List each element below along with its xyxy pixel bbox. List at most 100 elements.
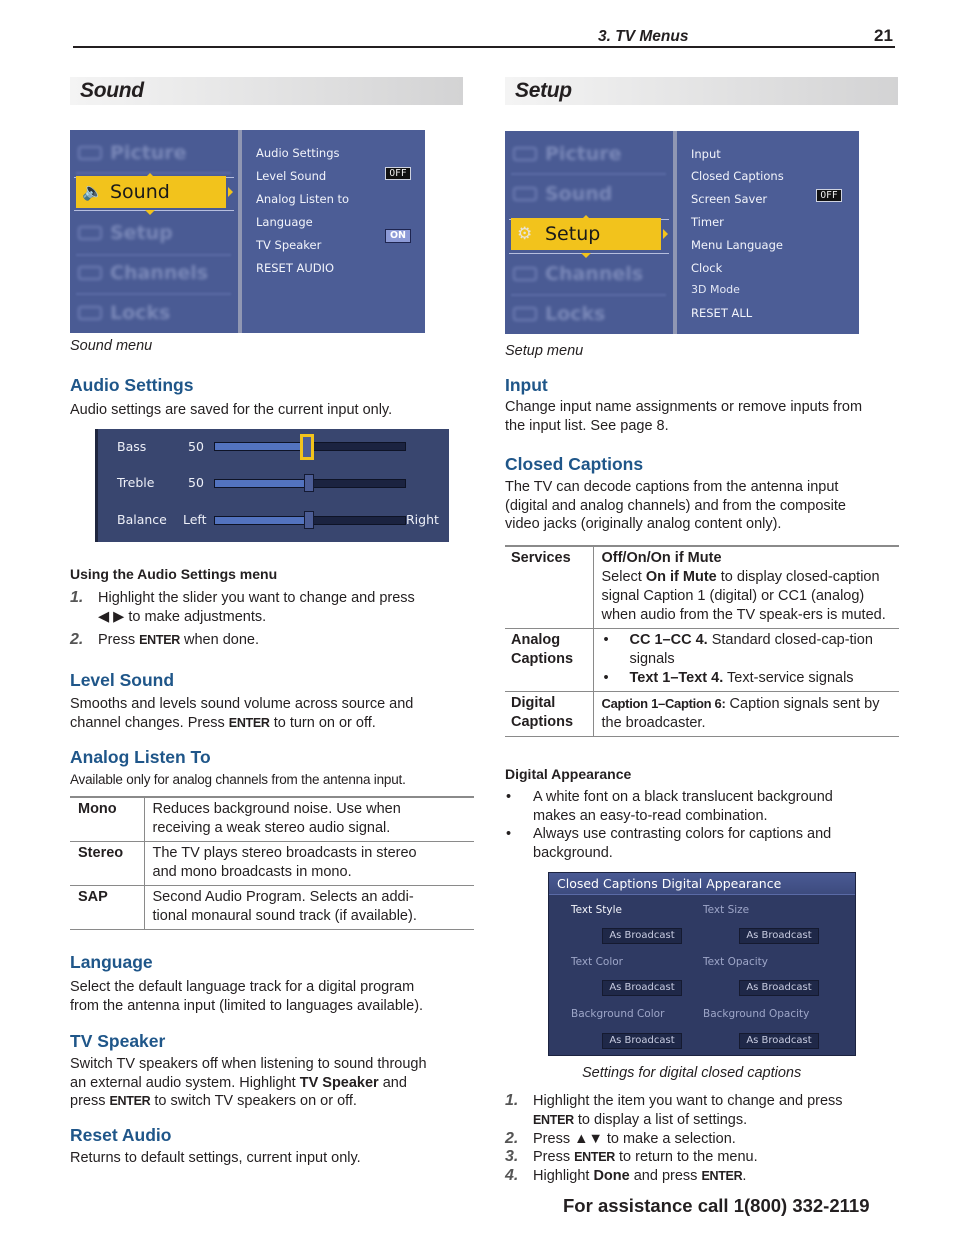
balance-label: Balance — [117, 512, 167, 527]
menu-separator — [511, 173, 666, 175]
step-number: 1. — [70, 589, 84, 606]
option-menu-language[interactable]: Menu Language — [691, 238, 783, 252]
text-color-select[interactable]: As Broadcast — [602, 980, 682, 996]
bass-value: 50 — [188, 439, 204, 454]
right-arrow-icon — [228, 187, 233, 197]
table-key: SAP — [70, 885, 145, 930]
bass-slider-thumb[interactable] — [300, 434, 314, 460]
digital-appearance-heading: Digital Appearance — [505, 766, 632, 782]
table-key: Services — [505, 545, 594, 629]
table-row: AnalogCaptions CC 1–CC 4. Standard close… — [505, 628, 899, 692]
audio-settings-panel: Bass 50 Treble 50 Balance Left Right — [95, 429, 449, 542]
step-text: Press ▲▼ to make a selection. — [533, 1131, 736, 1147]
menu-item-setup[interactable]: Setup — [78, 216, 228, 250]
table-row: Stereo The TV plays stereo broadcasts in… — [70, 841, 474, 886]
sound-menu-screenshot: Picture 🔈 Sound Setup Channels Locks Aud… — [70, 130, 425, 333]
table-value: Off/On/On if Mute Select On if Mute to d… — [593, 545, 899, 629]
option-3d-mode[interactable]: 3D Mode — [691, 283, 740, 297]
menu-item-setup-selected[interactable]: ⚙ Setup — [511, 218, 661, 250]
menu-separator — [76, 293, 231, 295]
text-size-label: Text Size — [703, 904, 750, 916]
step-text: Highlight the item you want to change an… — [533, 1093, 843, 1128]
list-item: Always use contrasting colors for captio… — [505, 825, 875, 862]
speaker-icon: 🔈 — [82, 182, 104, 202]
treble-slider-thumb[interactable] — [304, 474, 314, 492]
balance-right-label: Right — [406, 512, 439, 527]
option-reset-all[interactable]: RESET ALL — [691, 306, 752, 320]
audio-settings-body: Audio settings are saved for the current… — [70, 402, 393, 418]
text-style-label: Text Style — [571, 904, 622, 916]
setup-menu-caption: Setup menu — [505, 343, 584, 359]
treble-label: Treble — [117, 475, 155, 490]
background-opacity-select[interactable]: As Broadcast — [739, 1033, 819, 1049]
option-screen-saver[interactable]: Screen Saver — [691, 192, 767, 206]
list-item: A white font on a black translucent back… — [505, 788, 875, 825]
table-key: Analog Captions — [505, 628, 594, 692]
table-row: Services Off/On/On if Mute Select On if … — [505, 545, 899, 629]
enter-key-label: ENTER — [701, 1169, 743, 1183]
page-number: 21 — [874, 26, 893, 45]
menu-item-locks[interactable]: Locks — [78, 296, 228, 330]
sound-menu-caption: Sound menu — [70, 338, 153, 354]
lock-icon — [513, 307, 537, 321]
setup-options-list: Input Closed Captions Screen Saver Timer… — [677, 131, 859, 334]
step-text: Highlight Done and press ENTER. — [533, 1168, 747, 1184]
closed-captions-body: The TV can decode captions from the ante… — [505, 479, 846, 532]
menu-item-picture[interactable]: Picture — [78, 136, 228, 170]
menu-item-sound-selected[interactable]: 🔈 Sound — [76, 176, 226, 208]
step-number: 3. — [505, 1148, 519, 1165]
channels-icon — [78, 266, 102, 280]
text-color-label: Text Color — [571, 956, 623, 968]
level-sound-body: Smooths and levels sound volume across s… — [70, 696, 414, 731]
bass-label: Bass — [117, 439, 147, 454]
balance-slider-fill — [215, 517, 310, 524]
option-level-sound[interactable]: Level Sound — [256, 169, 326, 183]
text-size-select[interactable]: As Broadcast — [739, 928, 819, 944]
enter-key-label: ENTER — [533, 1112, 574, 1127]
option-input[interactable]: Input — [691, 147, 721, 161]
option-timer[interactable]: Timer — [691, 215, 724, 229]
option-reset-audio[interactable]: RESET AUDIO — [256, 261, 334, 275]
menu-item-picture[interactable]: Picture — [513, 137, 663, 171]
option-tv-speaker[interactable]: TV Speaker — [256, 238, 321, 252]
menu-item-locks[interactable]: Locks — [513, 297, 663, 331]
tv-speaker-body: Switch TV speakers off when listening to… — [70, 1056, 427, 1109]
heading-input: Input — [505, 375, 548, 395]
text-opacity-select[interactable]: As Broadcast — [739, 980, 819, 996]
option-closed-captions[interactable]: Closed Captions — [691, 169, 784, 183]
menu-item-channels[interactable]: Channels — [78, 256, 228, 290]
table-value: CC 1–CC 4. Standard closed-cap-tion sign… — [593, 628, 899, 692]
table-key: Mono — [70, 796, 145, 842]
balance-slider-thumb[interactable] — [304, 511, 314, 529]
table-row: SAP Second Audio Program. Selects an add… — [70, 885, 474, 930]
step-text: Press ENTER when done. — [98, 632, 259, 648]
level-sound-state-badge: OFF — [385, 167, 411, 180]
treble-slider-fill — [215, 480, 310, 487]
channels-icon — [513, 267, 537, 281]
picture-icon — [78, 146, 102, 160]
enter-key-label: ENTER — [574, 1150, 615, 1164]
picture-icon — [513, 147, 537, 161]
menu-item-sound[interactable]: Sound — [513, 177, 663, 211]
menu-category-list: Picture Sound ⚙ Setup Channels Locks — [505, 131, 673, 334]
list-item: Text 1–Text 4. Text-service signals — [602, 669, 892, 688]
option-clock[interactable]: Clock — [691, 261, 722, 275]
sound-options-list: Audio Settings Level Sound Analog Listen… — [242, 130, 425, 333]
section-title-sound: Sound — [80, 79, 144, 102]
cc-panel-title: Closed Captions Digital Appearance — [549, 873, 855, 895]
cc-digital-appearance-panel: Closed Captions Digital Appearance Text … — [548, 872, 856, 1056]
table-row: Digital Captions Caption 1–Caption 6: Cap… — [505, 691, 899, 737]
menu-item-channels[interactable]: Channels — [513, 257, 663, 291]
treble-value: 50 — [188, 475, 204, 490]
text-style-select[interactable]: As Broadcast — [602, 928, 682, 944]
setup-menu-screenshot: Picture Sound ⚙ Setup Channels Locks Inp… — [505, 131, 859, 334]
option-audio-settings[interactable]: Audio Settings — [256, 146, 340, 160]
option-analog-listen[interactable]: Analog Listen to — [256, 192, 349, 206]
table-value: The TV plays stereo broadcasts in stereo… — [144, 841, 474, 886]
step-number: 2. — [70, 631, 84, 648]
using-audio-settings-heading: Using the Audio Settings menu — [70, 566, 278, 582]
background-color-select[interactable]: As Broadcast — [602, 1033, 682, 1049]
heading-analog-listen-to: Analog Listen To — [70, 747, 211, 767]
menu-category-list: Picture 🔈 Sound Setup Channels Locks — [70, 130, 238, 333]
option-language[interactable]: Language — [256, 215, 313, 229]
